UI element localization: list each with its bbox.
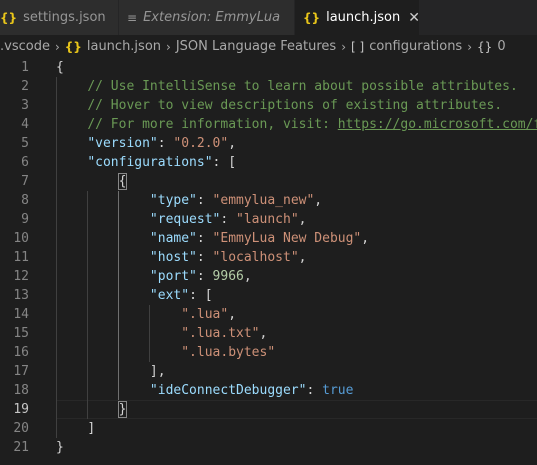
code-line: 7 { bbox=[0, 172, 537, 191]
code-line: 10 "name": "EmmyLua New Debug", bbox=[0, 229, 537, 248]
code-line: 19 } bbox=[0, 400, 537, 419]
code-line: 15 ".lua.txt", bbox=[0, 324, 537, 343]
docs-link[interactable]: https://go.microsoft.com/fw bbox=[338, 117, 537, 132]
tab-extension-emmylua[interactable]: ≡ Extension: EmmyLua bbox=[119, 0, 295, 35]
breadcrumb-object[interactable]: 0 bbox=[497, 39, 505, 54]
tab-label: Extension: EmmyLua bbox=[143, 10, 281, 25]
line-number: 15 bbox=[13, 326, 29, 341]
code-line: 17 ], bbox=[0, 362, 537, 381]
chevron-right-icon: › bbox=[341, 39, 347, 54]
tab-label: settings.json bbox=[23, 10, 106, 25]
line-number: 8 bbox=[21, 193, 29, 208]
matched-bracket: { bbox=[117, 173, 128, 190]
code-line: 18 "ideConnectDebugger": true bbox=[0, 381, 537, 400]
close-icon[interactable]: ✕ bbox=[408, 10, 419, 26]
code-line: 8 "type": "emmylua_new", bbox=[0, 191, 537, 210]
extension-page-icon: ≡ bbox=[127, 10, 138, 25]
line-number: 2 bbox=[21, 79, 29, 94]
code-line: 2 // Use IntelliSense to learn about pos… bbox=[0, 77, 537, 96]
tab-launch-json[interactable]: {} launch.json ✕ bbox=[295, 0, 420, 35]
matched-bracket: } bbox=[117, 401, 128, 418]
line-number: 11 bbox=[13, 250, 29, 265]
line-number: 18 bbox=[13, 383, 29, 398]
object-icon: {} bbox=[477, 39, 493, 54]
json-file-icon: {} bbox=[303, 10, 321, 25]
chevron-right-icon: › bbox=[467, 39, 473, 54]
code-line: 16 ".lua.bytes" bbox=[0, 343, 537, 362]
code-line: 1{ bbox=[0, 58, 537, 77]
line-number: 5 bbox=[21, 136, 29, 151]
line-number: 21 bbox=[13, 440, 29, 455]
breadcrumb-array[interactable]: configurations bbox=[369, 39, 462, 54]
line-number: 6 bbox=[21, 155, 29, 170]
line-number: 7 bbox=[21, 174, 29, 189]
chevron-right-icon: › bbox=[166, 39, 171, 54]
line-number: 10 bbox=[13, 231, 29, 246]
line-number: 4 bbox=[21, 117, 29, 132]
line-number: 20 bbox=[13, 421, 29, 436]
code-line: 11 "host": "localhost", bbox=[0, 248, 537, 267]
line-number: 17 bbox=[13, 364, 29, 379]
json-file-icon: {} bbox=[0, 10, 18, 25]
tab-bar: {} settings.json ≡ Extension: EmmyLua {}… bbox=[0, 0, 537, 35]
code-line: 14 ".lua", bbox=[0, 305, 537, 324]
line-number: 3 bbox=[21, 98, 29, 113]
line-number: 14 bbox=[13, 307, 29, 322]
tab-settings-json[interactable]: {} settings.json bbox=[0, 0, 119, 35]
code-line: 4 // For more information, visit: https:… bbox=[0, 115, 537, 134]
line-number: 1 bbox=[21, 60, 29, 75]
line-number: 16 bbox=[13, 345, 29, 360]
code-line: 6 "configurations": [ bbox=[0, 153, 537, 172]
breadcrumb: .vscode › {} launch.json › JSON Language… bbox=[0, 35, 537, 58]
chevron-right-icon: › bbox=[54, 39, 60, 54]
line-number: 12 bbox=[13, 269, 29, 284]
breadcrumb-schema[interactable]: JSON Language Features bbox=[176, 39, 336, 54]
code-line: 12 "port": 9966, bbox=[0, 267, 537, 286]
code-line: 9 "request": "launch", bbox=[0, 210, 537, 229]
breadcrumb-file[interactable]: launch.json bbox=[87, 39, 161, 54]
code-line: 5 "version": "0.2.0", bbox=[0, 134, 537, 153]
code-line: 21} bbox=[0, 438, 537, 457]
line-number: 19 bbox=[13, 402, 29, 417]
tab-label: launch.json bbox=[326, 10, 401, 25]
code-line: 13 "ext": [ bbox=[0, 286, 537, 305]
line-number: 9 bbox=[21, 212, 29, 227]
array-icon: [ ] bbox=[351, 39, 365, 54]
code-editor[interactable]: 1{ 2 // Use IntelliSense to learn about … bbox=[0, 58, 537, 465]
json-file-icon: {} bbox=[64, 39, 82, 54]
breadcrumb-folder[interactable]: .vscode bbox=[0, 39, 50, 54]
line-number: 13 bbox=[13, 288, 29, 303]
code-line: 20 ] bbox=[0, 419, 537, 438]
code-line: 3 // Hover to view descriptions of exist… bbox=[0, 96, 537, 115]
